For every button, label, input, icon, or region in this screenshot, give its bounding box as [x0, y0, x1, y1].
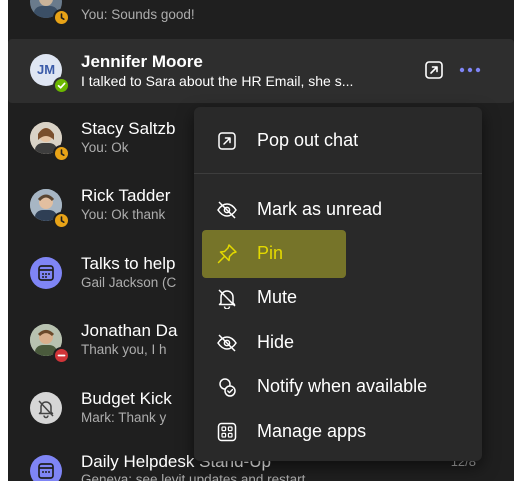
- mute-icon: [218, 289, 236, 309]
- menu-item-label: Manage apps: [257, 421, 367, 441]
- chat-list-window: You: Sounds good! JM Jennifer Moore I ta…: [8, 0, 514, 481]
- menu-item-label: Mark as unread: [257, 199, 383, 219]
- pop-out-icon: [218, 132, 236, 150]
- avatar: [30, 392, 62, 424]
- chat-preview: I talked to Sara about the HR Email, she…: [81, 73, 354, 89]
- chat-name: Jennifer Moore: [81, 52, 203, 71]
- chat-preview: Mark: Thank y: [81, 410, 167, 425]
- menu-item-pin[interactable]: Pin: [194, 232, 482, 276]
- menu-item-label: Pop out chat: [257, 130, 359, 150]
- chat-preview: You: Sounds good!: [81, 7, 195, 22]
- do-not-disturb-status-icon: [53, 347, 70, 364]
- unread-icon: [217, 201, 237, 219]
- more-icon: [459, 67, 481, 73]
- menu-item-mute[interactable]: Mute: [194, 276, 482, 320]
- hide-icon: [217, 334, 237, 352]
- chat-preview: You: Ok: [81, 140, 129, 155]
- chat-name: Rick Tadder: [81, 186, 171, 205]
- chat-preview: You: Ok thank: [81, 207, 166, 222]
- chat-name: Talks to help: [81, 254, 176, 273]
- pop-out-chat-button[interactable]: [423, 59, 445, 81]
- chat-name: Budget Kick: [81, 389, 172, 408]
- menu-item-notify-when-available[interactable]: Notify when available: [194, 365, 482, 409]
- away-status-icon: [53, 9, 70, 26]
- menu-item-label: Hide: [257, 332, 295, 352]
- meeting-calendar-icon: [38, 463, 54, 479]
- muted-bell-icon: [38, 400, 54, 419]
- chat-preview: Geneva: see levit updates and restart: [81, 472, 306, 481]
- avatar-initials: JM: [36, 62, 56, 77]
- avatar: [30, 455, 62, 481]
- avatar: [30, 257, 62, 289]
- menu-item-label: Mute: [257, 287, 298, 307]
- menu-item-label: Notify when available: [257, 376, 428, 396]
- more-options-button[interactable]: [456, 59, 484, 81]
- menu-item-label: Pin: [257, 243, 284, 263]
- pin-icon: [217, 244, 237, 264]
- apps-icon: [217, 422, 237, 442]
- chat-name: Jonathan Da: [81, 321, 178, 340]
- available-status-icon: [53, 77, 70, 94]
- pop-out-icon: [425, 61, 443, 79]
- meeting-calendar-icon: [38, 265, 54, 281]
- context-menu: Pop out chat Mark as unread Pin Mute Hid…: [194, 107, 482, 461]
- menu-divider: [194, 173, 482, 174]
- chat-name: Stacy Saltzb: [81, 119, 176, 138]
- menu-item-pop-out-chat[interactable]: Pop out chat: [194, 119, 482, 163]
- chat-list-item-jennifer-moore[interactable]: JM Jennifer Moore I talked to Sara about…: [8, 39, 514, 103]
- notify-icon: [219, 378, 236, 397]
- menu-item-hide[interactable]: Hide: [194, 321, 482, 365]
- menu-item-mark-as-unread[interactable]: Mark as unread: [194, 188, 482, 232]
- away-status-icon: [53, 212, 70, 229]
- chat-preview: Gail Jackson (C: [81, 275, 177, 290]
- away-status-icon: [53, 145, 70, 162]
- menu-item-manage-apps[interactable]: Manage apps: [194, 410, 482, 454]
- chat-preview: Thank you, I h: [81, 342, 167, 357]
- chat-list-item[interactable]: You: Sounds good!: [8, 0, 514, 36]
